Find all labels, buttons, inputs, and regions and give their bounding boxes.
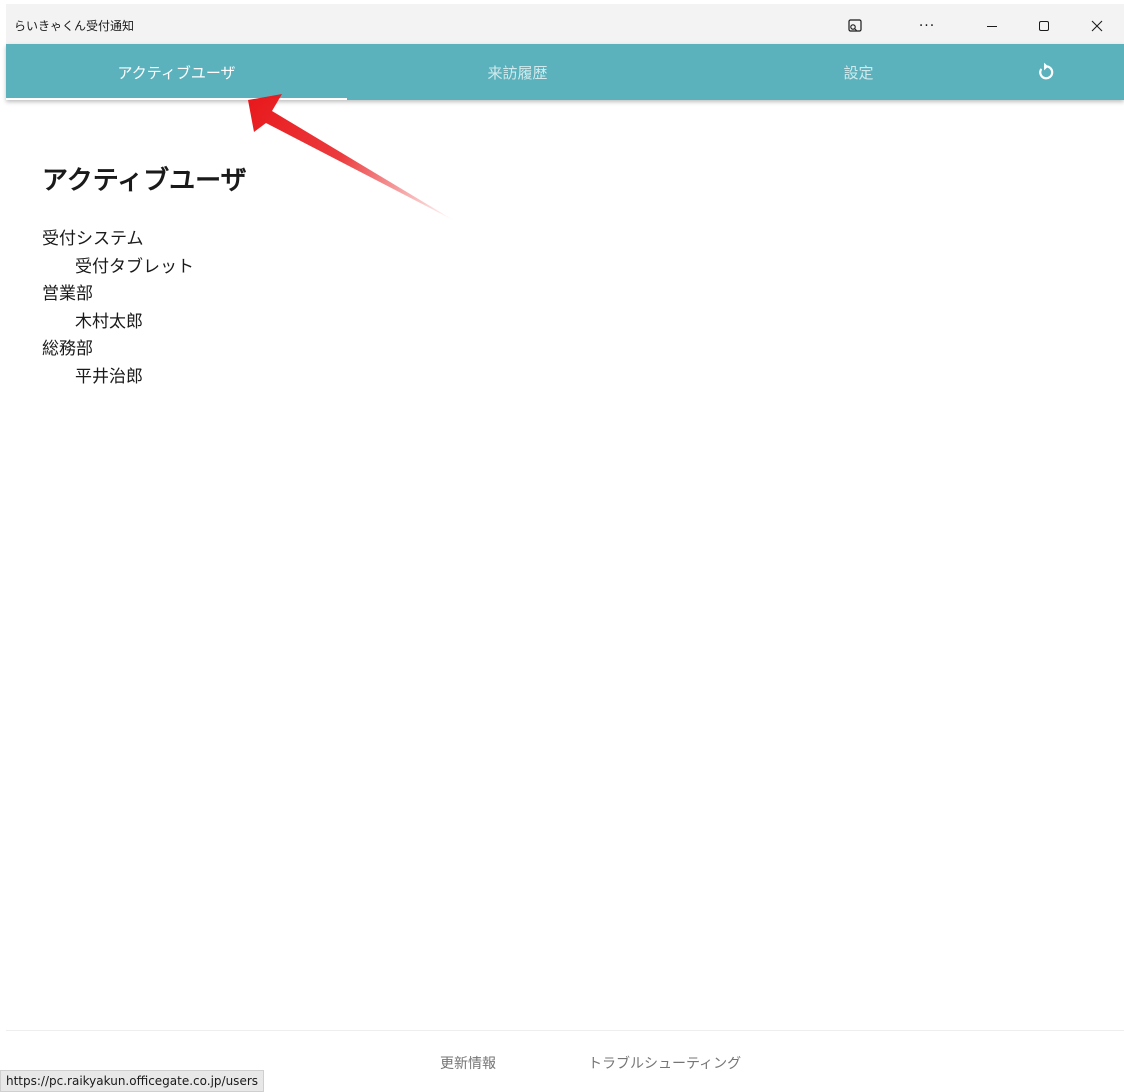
close-button[interactable] — [1074, 8, 1120, 44]
cast-button[interactable] — [832, 8, 878, 44]
tab-settings[interactable]: 設定 — [688, 44, 1029, 100]
cast-icon — [848, 19, 862, 32]
reload-button[interactable] — [1020, 44, 1070, 100]
title-bar: らいきゃくん受付通知 ··· — [6, 4, 1124, 44]
tab-label: アクティブユーザ — [117, 63, 236, 82]
tab-bar: アクティブユーザ 来訪履歴 設定 — [6, 44, 1124, 100]
minimize-icon — [987, 26, 997, 27]
reload-icon — [1039, 62, 1054, 80]
group-item: 総務部 平井治郎 — [42, 336, 194, 391]
group-name: 受付システム — [42, 229, 144, 249]
status-bar-url: https://pc.raikyakun.officegate.co.jp/us… — [0, 1070, 265, 1092]
member-name: 木村太郎 — [75, 312, 143, 332]
group-name: 営業部 — [42, 284, 93, 304]
app-window: らいきゃくん受付通知 ··· アクティブユーザ 来訪履歴 設定 アクティブユーザ… — [6, 4, 1124, 1090]
tab-visit-history[interactable]: 来訪履歴 — [347, 44, 688, 100]
minimize-button[interactable] — [969, 8, 1015, 44]
maximize-button[interactable] — [1021, 8, 1067, 44]
maximize-icon — [1039, 21, 1049, 31]
more-options-button[interactable]: ··· — [904, 8, 950, 44]
window-title: らいきゃくん受付通知 — [14, 19, 135, 33]
active-tab-indicator — [6, 98, 347, 100]
group-list: 受付システム 受付タブレット 営業部 木村太郎 総務部 平井治郎 — [42, 226, 194, 391]
page-title: アクティブユーザ — [42, 166, 247, 196]
tab-label: 設定 — [843, 63, 874, 82]
member-name: 受付タブレット — [75, 257, 194, 277]
footer-link-updates[interactable]: 更新情報 — [440, 1053, 496, 1073]
close-icon — [1091, 20, 1103, 32]
footer-link-troubleshooting[interactable]: トラブルシューティング — [588, 1053, 741, 1073]
group-item: 営業部 木村太郎 — [42, 281, 194, 336]
tab-active-users[interactable]: アクティブユーザ — [6, 44, 347, 100]
member-name: 平井治郎 — [75, 367, 143, 387]
tab-label: 来訪履歴 — [487, 63, 548, 82]
group-item: 受付システム 受付タブレット — [42, 226, 194, 281]
group-name: 総務部 — [42, 339, 93, 359]
